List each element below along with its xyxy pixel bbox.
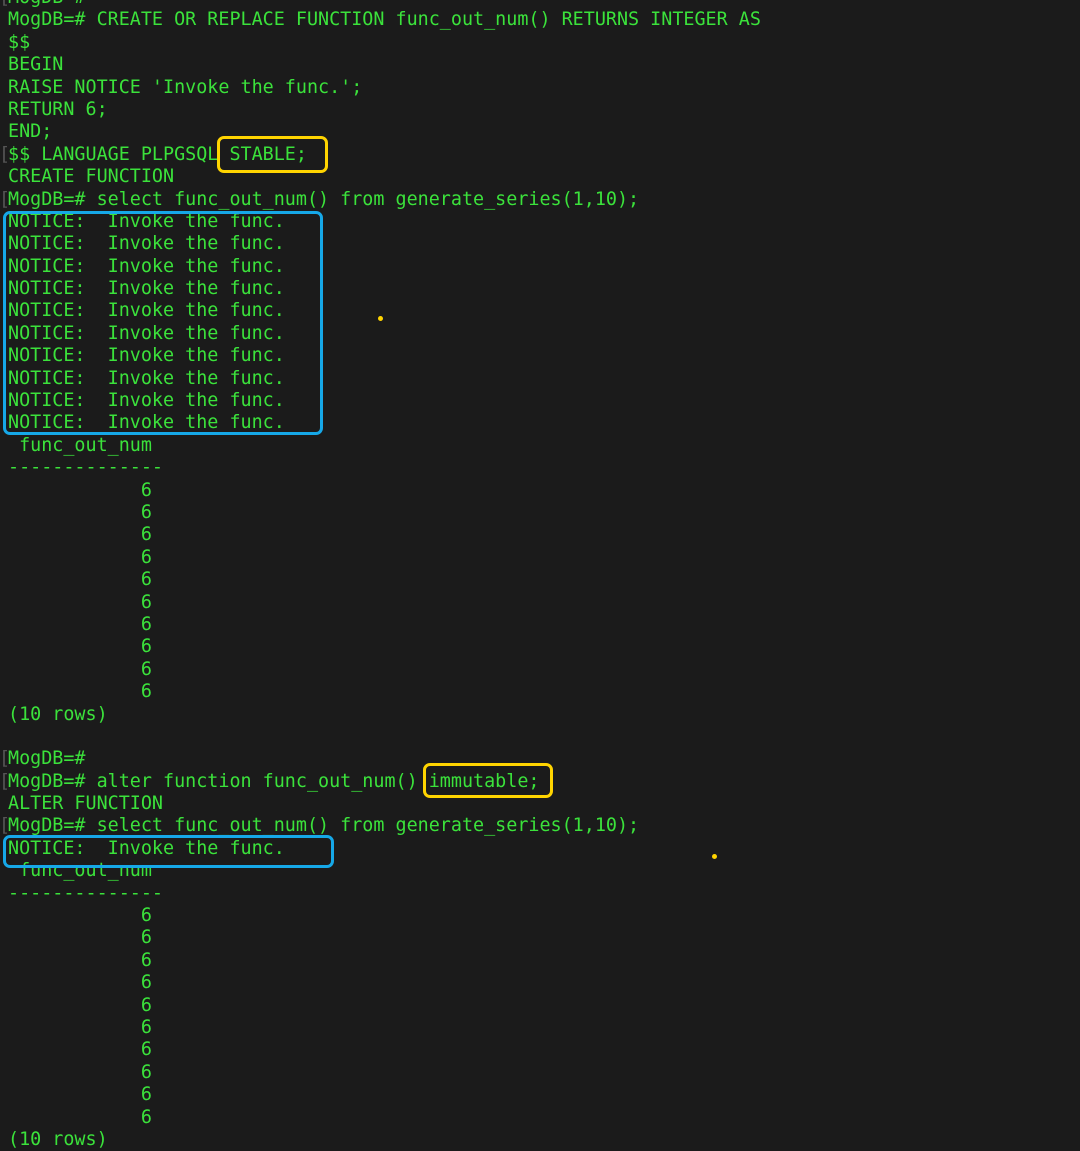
highlight-stable-keyword xyxy=(217,136,328,173)
terminal-line: BEGIN xyxy=(8,54,64,76)
terminal-line: 6 xyxy=(8,972,152,994)
terminal-line: 6 xyxy=(8,1106,152,1128)
highlight-single-notice xyxy=(3,835,334,868)
terminal-line: func_out_num xyxy=(8,434,152,456)
terminal-line: 6 xyxy=(8,524,152,546)
terminal-line: 6 xyxy=(8,636,152,658)
terminal-line: 6 xyxy=(8,1061,152,1083)
terminal-line: RETURN 6; xyxy=(8,98,108,120)
cursor-dot xyxy=(378,316,383,321)
terminal-line: MogDB=# select func_out_num() from gener… xyxy=(0,189,761,212)
terminal-line: 6 xyxy=(8,994,152,1016)
terminal-line: MogDB=# xyxy=(0,748,761,771)
terminal-line: 6 xyxy=(8,569,152,591)
highlight-ten-notices xyxy=(3,211,323,435)
terminal-line: 6 xyxy=(8,949,152,971)
terminal-line: 6 xyxy=(8,546,152,568)
terminal-line: CREATE FUNCTION xyxy=(8,166,175,188)
terminal-line: -------------- xyxy=(8,457,164,479)
terminal-line: MogDB=# alter function func_out_num() im… xyxy=(0,771,761,794)
terminal-line: 6 xyxy=(8,927,152,949)
terminal-line: 6 xyxy=(8,613,152,635)
terminal-line: (10 rows) xyxy=(8,1128,108,1150)
terminal-line: 6 xyxy=(8,681,152,703)
terminal-line: $$ LANGUAGE PLPGSQL STABLE; xyxy=(0,144,761,167)
cursor-dot xyxy=(712,854,717,859)
terminal-line: 6 xyxy=(8,658,152,680)
terminal-line: 6 xyxy=(8,501,152,523)
terminal-line: 6 xyxy=(8,1084,152,1106)
terminal-line: 6 xyxy=(8,1016,152,1038)
terminal-output: MogDB=#MogDB=# CREATE OR REPLACE FUNCTIO… xyxy=(0,0,761,1151)
highlight-immutable-keyword xyxy=(423,763,553,798)
terminal-line: 6 xyxy=(8,479,152,501)
terminal-line: MogDB=# xyxy=(0,0,761,10)
terminal-line: END; xyxy=(8,121,53,143)
terminal-line: (10 rows) xyxy=(8,703,108,725)
terminal-line: $$ xyxy=(8,31,31,53)
terminal-line: 6 xyxy=(8,905,152,927)
terminal-line: RAISE NOTICE 'Invoke the func.'; xyxy=(8,76,363,98)
terminal-line: 6 xyxy=(8,1039,152,1061)
terminal-line: -------------- xyxy=(8,882,164,904)
terminal-line: MogDB=# CREATE OR REPLACE FUNCTION func_… xyxy=(8,9,761,31)
terminal-line: 6 xyxy=(8,591,152,613)
terminal-line: ALTER FUNCTION xyxy=(8,793,164,815)
